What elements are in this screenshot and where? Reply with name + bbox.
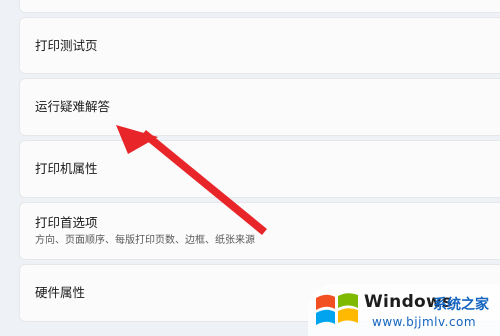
settings-item-label: 打印首选项 [35,215,98,230]
watermark-url: www.bjjmlv.com [372,315,477,329]
watermark: Windows 系统之家 www.bjjmlv.com [308,284,500,336]
settings-item-description: 方向、页面顺序、每版打印页数、边框、纸张来源 [35,235,255,246]
settings-item-label: 打印机属性 [35,161,98,176]
settings-item-printing-preferences[interactable]: 打印首选项 方向、页面顺序、每版打印页数、边框、纸张来源 [19,202,500,260]
settings-item-print-test-page[interactable]: 打印测试页 [19,17,500,74]
settings-item-run-troubleshooter[interactable]: 运行疑难解答 [19,78,500,136]
windows-flag-icon [316,293,358,325]
settings-item-printer-properties[interactable]: 打印机属性 [19,140,500,198]
settings-list: 打印测试页 运行疑难解答 打印机属性 打印首选项 方向、页面顺序、每版打印页数、… [19,0,500,326]
settings-item-label: 运行疑难解答 [35,99,111,114]
watermark-site-name: 系统之家 [433,297,489,313]
settings-item-previous[interactable] [19,0,500,13]
settings-item-label: 打印测试页 [35,37,98,53]
